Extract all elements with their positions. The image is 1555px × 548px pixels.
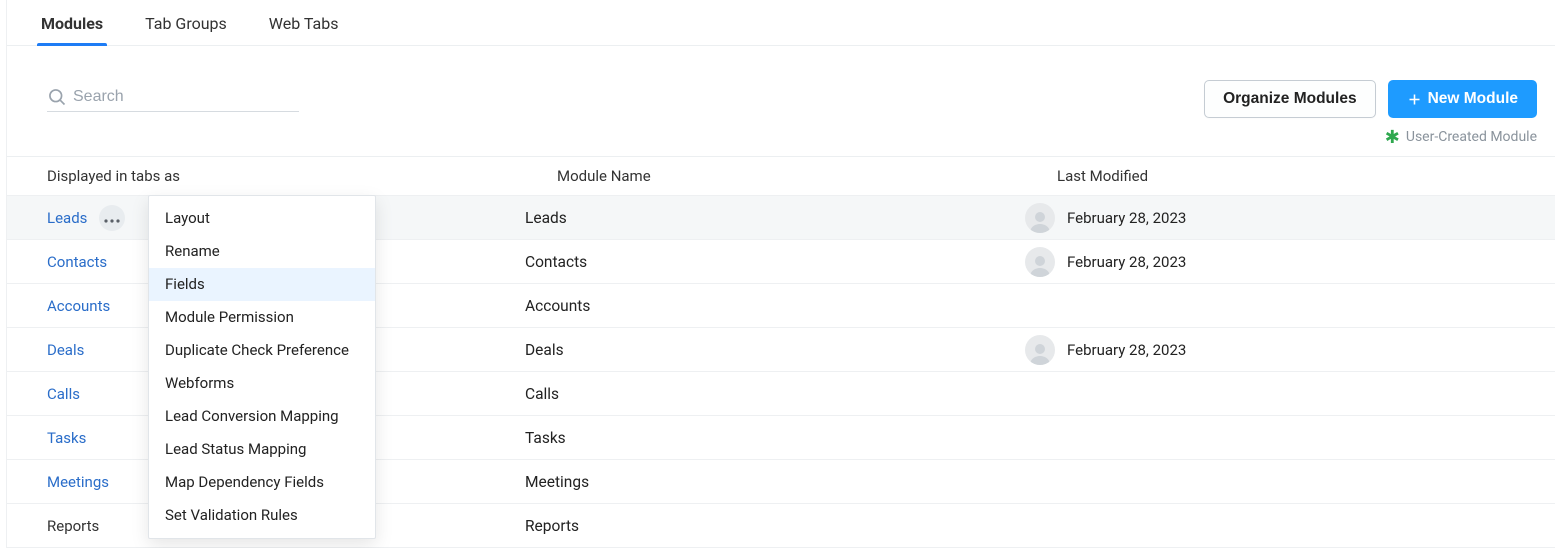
date-text: February 28, 2023 (1067, 341, 1186, 359)
search-input[interactable] (73, 88, 299, 106)
menu-item-layout[interactable]: Layout (149, 202, 375, 235)
avatar (1025, 247, 1055, 277)
organize-modules-button[interactable]: Organize Modules (1204, 80, 1376, 118)
cell-last-modified: February 28, 2023 (1025, 335, 1555, 365)
col-last-modified: Last Modified (1057, 167, 1555, 185)
search-field[interactable] (47, 87, 299, 112)
cell-last-modified: February 28, 2023 (1025, 247, 1555, 277)
module-link: Reports (47, 517, 99, 535)
menu-item-lead-conversion-mapping[interactable]: Lead Conversion Mapping (149, 400, 375, 433)
plus-icon (1407, 92, 1422, 107)
menu-item-module-permission[interactable]: Module Permission (149, 301, 375, 334)
more-actions-button[interactable] (99, 205, 125, 231)
date-text: February 28, 2023 (1067, 209, 1186, 227)
tab-web-tabs[interactable]: Web Tabs (267, 0, 341, 45)
tab-modules[interactable]: Modules (39, 0, 105, 45)
legend-text: User-Created Module (1406, 129, 1537, 145)
cell-module-name: Meetings (525, 473, 1025, 491)
cell-module-name: Accounts (525, 297, 1025, 315)
more-horizontal-icon (104, 209, 120, 227)
avatar (1025, 203, 1055, 233)
new-module-label: New Module (1428, 90, 1518, 108)
cell-module-name: Leads (525, 209, 1025, 227)
cell-last-modified: February 28, 2023 (1025, 203, 1555, 233)
menu-item-lead-status-mapping[interactable]: Lead Status Mapping (149, 433, 375, 466)
module-link[interactable]: Calls (47, 385, 80, 403)
module-link[interactable]: Deals (47, 341, 84, 359)
page-container: Modules Tab Groups Web Tabs Organize Modul… (6, 0, 1555, 548)
table-header: Displayed in tabs as Module Name Last Mo… (7, 157, 1555, 196)
new-module-button[interactable]: New Module (1388, 80, 1537, 118)
star-icon: ✱ (1385, 129, 1400, 147)
menu-item-webforms[interactable]: Webforms (149, 367, 375, 400)
menu-item-set-validation-rules[interactable]: Set Validation Rules (149, 499, 375, 532)
cell-module-name: Reports (525, 517, 1025, 535)
menu-item-map-dependency-fields[interactable]: Map Dependency Fields (149, 466, 375, 499)
legend: ✱ User-Created Module (7, 128, 1555, 156)
top-tabs: Modules Tab Groups Web Tabs (7, 0, 1555, 46)
col-module-name: Module Name (557, 167, 1057, 185)
search-icon (47, 87, 67, 107)
avatar (1025, 335, 1055, 365)
module-link[interactable]: Tasks (47, 429, 86, 447)
cell-module-name: Calls (525, 385, 1025, 403)
cell-module-name: Deals (525, 341, 1025, 359)
row-context-menu: LayoutRenameFieldsModule PermissionDupli… (148, 195, 376, 539)
menu-item-rename[interactable]: Rename (149, 235, 375, 268)
col-displayed: Displayed in tabs as (47, 167, 557, 185)
date-text: February 28, 2023 (1067, 253, 1186, 271)
cell-module-name: Tasks (525, 429, 1025, 447)
action-buttons: Organize Modules New Module (1204, 80, 1537, 118)
cell-module-name: Contacts (525, 253, 1025, 271)
toolbar: Organize Modules New Module (7, 46, 1555, 128)
menu-item-fields[interactable]: Fields (149, 268, 375, 301)
module-link[interactable]: Leads (47, 209, 87, 227)
menu-item-duplicate-check-preference[interactable]: Duplicate Check Preference (149, 334, 375, 367)
tab-tab-groups[interactable]: Tab Groups (143, 0, 229, 45)
module-link[interactable]: Contacts (47, 253, 107, 271)
module-link[interactable]: Accounts (47, 297, 110, 315)
module-link[interactable]: Meetings (47, 473, 109, 491)
